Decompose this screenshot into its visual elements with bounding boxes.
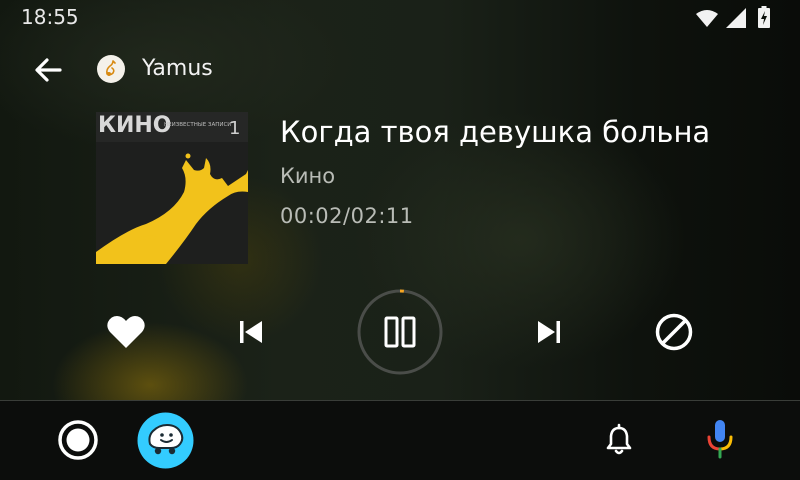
waze-app-icon xyxy=(137,412,194,469)
track-time: 00:02/02:11 xyxy=(280,204,414,228)
next-track-button[interactable] xyxy=(530,312,570,352)
arrow-left-icon xyxy=(35,58,62,82)
notifications-button[interactable] xyxy=(600,421,638,459)
app-header: Yamus xyxy=(0,40,800,98)
dislike-block-button[interactable] xyxy=(652,310,696,354)
previous-track-button[interactable] xyxy=(230,312,270,352)
back-button[interactable] xyxy=(30,52,66,88)
nav-bar xyxy=(0,401,800,480)
like-button[interactable] xyxy=(104,310,148,354)
album-art: КИНО НЕИЗВЕСТНЫЕ ЗАПИСИ 1 xyxy=(96,112,248,264)
cell-signal-icon xyxy=(726,8,746,28)
microphone-icon xyxy=(707,420,733,459)
skip-previous-icon xyxy=(240,321,262,343)
play-pause-button[interactable] xyxy=(356,288,444,376)
app-name: Yamus xyxy=(142,56,213,81)
status-icons xyxy=(696,6,776,28)
skip-next-icon xyxy=(538,321,560,343)
album-art-subtitle: НЕИЗВЕСТНЫЕ ЗАПИСИ xyxy=(164,122,231,128)
voice-assistant-button[interactable] xyxy=(700,417,740,463)
heart-icon xyxy=(107,316,145,348)
album-art-title: КИНО xyxy=(98,113,172,138)
home-button[interactable] xyxy=(56,418,100,462)
wifi-icon xyxy=(696,10,718,27)
block-icon xyxy=(655,313,693,351)
waze-app-button[interactable] xyxy=(137,412,194,469)
home-circle-icon xyxy=(58,420,98,460)
bell-icon xyxy=(606,423,632,455)
track-title: Когда твоя девушка больна xyxy=(280,115,711,149)
status-clock: 18:55 xyxy=(21,5,79,29)
pause-icon xyxy=(357,289,443,375)
status-bar: 18:55 xyxy=(0,0,800,34)
track-artist: Кино xyxy=(280,164,336,188)
album-art-number: 1 xyxy=(229,118,240,139)
battery-charging-icon xyxy=(758,6,770,28)
yamus-logo-icon xyxy=(97,55,125,83)
